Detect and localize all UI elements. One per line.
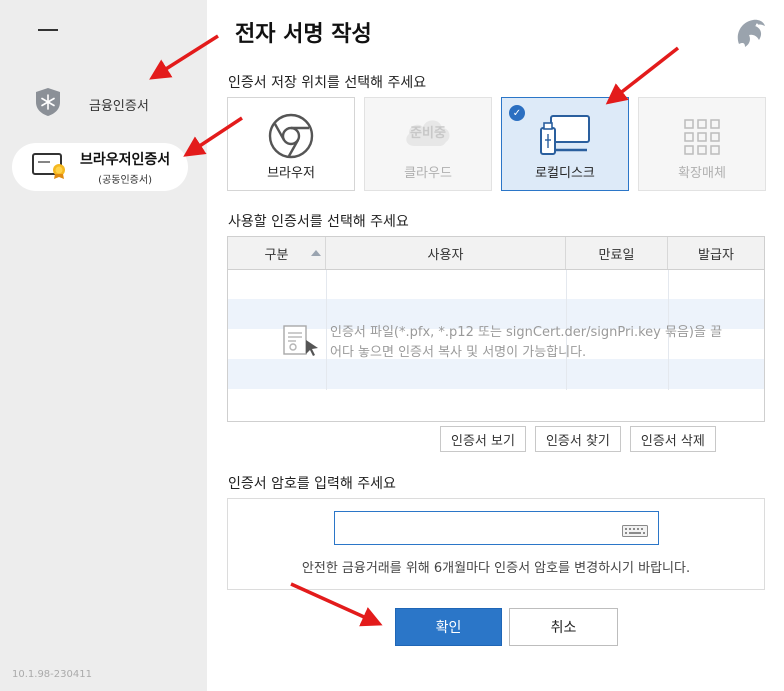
find-cert-button[interactable]: 인증서 찾기	[534, 426, 621, 452]
password-note: 안전한 금융거래를 위해 6개월마다 인증서 암호를 변경하시기 바랍니다.	[301, 561, 691, 576]
storage-cloud: 준비중 클라우드	[364, 97, 492, 191]
preparing-badge: 준비중	[410, 126, 446, 141]
password-input[interactable]	[334, 511, 659, 545]
storage-label: 확장매체	[678, 166, 726, 181]
page-title: 전자 서명 작성	[235, 22, 372, 47]
sidebar-item-label: 금융인증서	[89, 98, 149, 114]
chrome-icon	[267, 112, 315, 164]
password-heading: 인증서 암호를 입력해 주세요	[228, 476, 396, 492]
certificate-icon	[32, 150, 68, 184]
storage-options: 브라우저 준비중 클라우드 ✓ 로컬디스크 확장매체	[227, 97, 766, 191]
storage-external-media: 확장매체	[638, 97, 766, 191]
column-header-user[interactable]: 사용자	[326, 237, 566, 269]
check-icon: ✓	[509, 105, 525, 121]
sidebar-item-browser-cert[interactable]: 브라우저인증서 (공동인증서)	[12, 143, 188, 191]
column-header-expiry[interactable]: 만료일	[566, 237, 668, 269]
storage-local-disk[interactable]: ✓ 로컬디스크	[501, 97, 629, 191]
dolphin-logo-icon	[733, 16, 767, 52]
menu-icon[interactable]	[38, 29, 58, 31]
cert-list-heading: 사용할 인증서를 선택해 주세요	[228, 214, 409, 230]
storage-label: 클라우드	[404, 166, 452, 181]
sidebar: 금융인증서 브라우저인증서 (공동인증서) 10.1.98-230411	[0, 0, 207, 691]
keyboard-icon[interactable]	[622, 522, 648, 541]
cert-table[interactable]: 구분 사용자 만료일 발급자 인증서 파일(*.pfx, *.p12 또는 si…	[227, 236, 765, 422]
column-header-type[interactable]: 구분	[228, 237, 326, 269]
table-header: 구분 사용자 만료일 발급자	[228, 237, 764, 270]
table-row	[228, 359, 764, 389]
drop-hint: 인증서 파일(*.pfx, *.p12 또는 signCert.der/sign…	[280, 323, 730, 363]
sidebar-item-financial-cert[interactable]: 금융인증서	[34, 88, 194, 120]
delete-cert-button[interactable]: 인증서 삭제	[629, 426, 716, 452]
document-cursor-icon	[280, 324, 320, 362]
computer-usb-icon	[537, 112, 593, 164]
password-box: 안전한 금융거래를 위해 6개월마다 인증서 암호를 변경하시기 바랍니다.	[227, 498, 765, 590]
drop-hint-text: 인증서 파일(*.pfx, *.p12 또는 signCert.der/sign…	[330, 325, 723, 360]
shield-icon	[34, 87, 62, 121]
cert-buttons: 인증서 보기 인증서 찾기 인증서 삭제	[440, 426, 716, 452]
grid-icon	[683, 118, 721, 160]
storage-label: 브라우저	[267, 166, 315, 181]
sidebar-item-label: 브라우저인증서	[80, 151, 171, 168]
storage-heading: 인증서 저장 위치를 선택해 주세요	[228, 75, 427, 91]
column-header-issuer[interactable]: 발급자	[668, 237, 764, 269]
ok-button[interactable]: 확인	[395, 608, 502, 646]
version-label: 10.1.98-230411	[12, 669, 92, 680]
storage-browser[interactable]: 브라우저	[227, 97, 355, 191]
view-cert-button[interactable]: 인증서 보기	[440, 426, 526, 452]
sidebar-item-sublabel: (공동인증서)	[98, 174, 152, 186]
storage-label: 로컬디스크	[535, 166, 595, 181]
sort-up-icon	[311, 250, 321, 256]
cancel-button[interactable]: 취소	[509, 608, 618, 646]
